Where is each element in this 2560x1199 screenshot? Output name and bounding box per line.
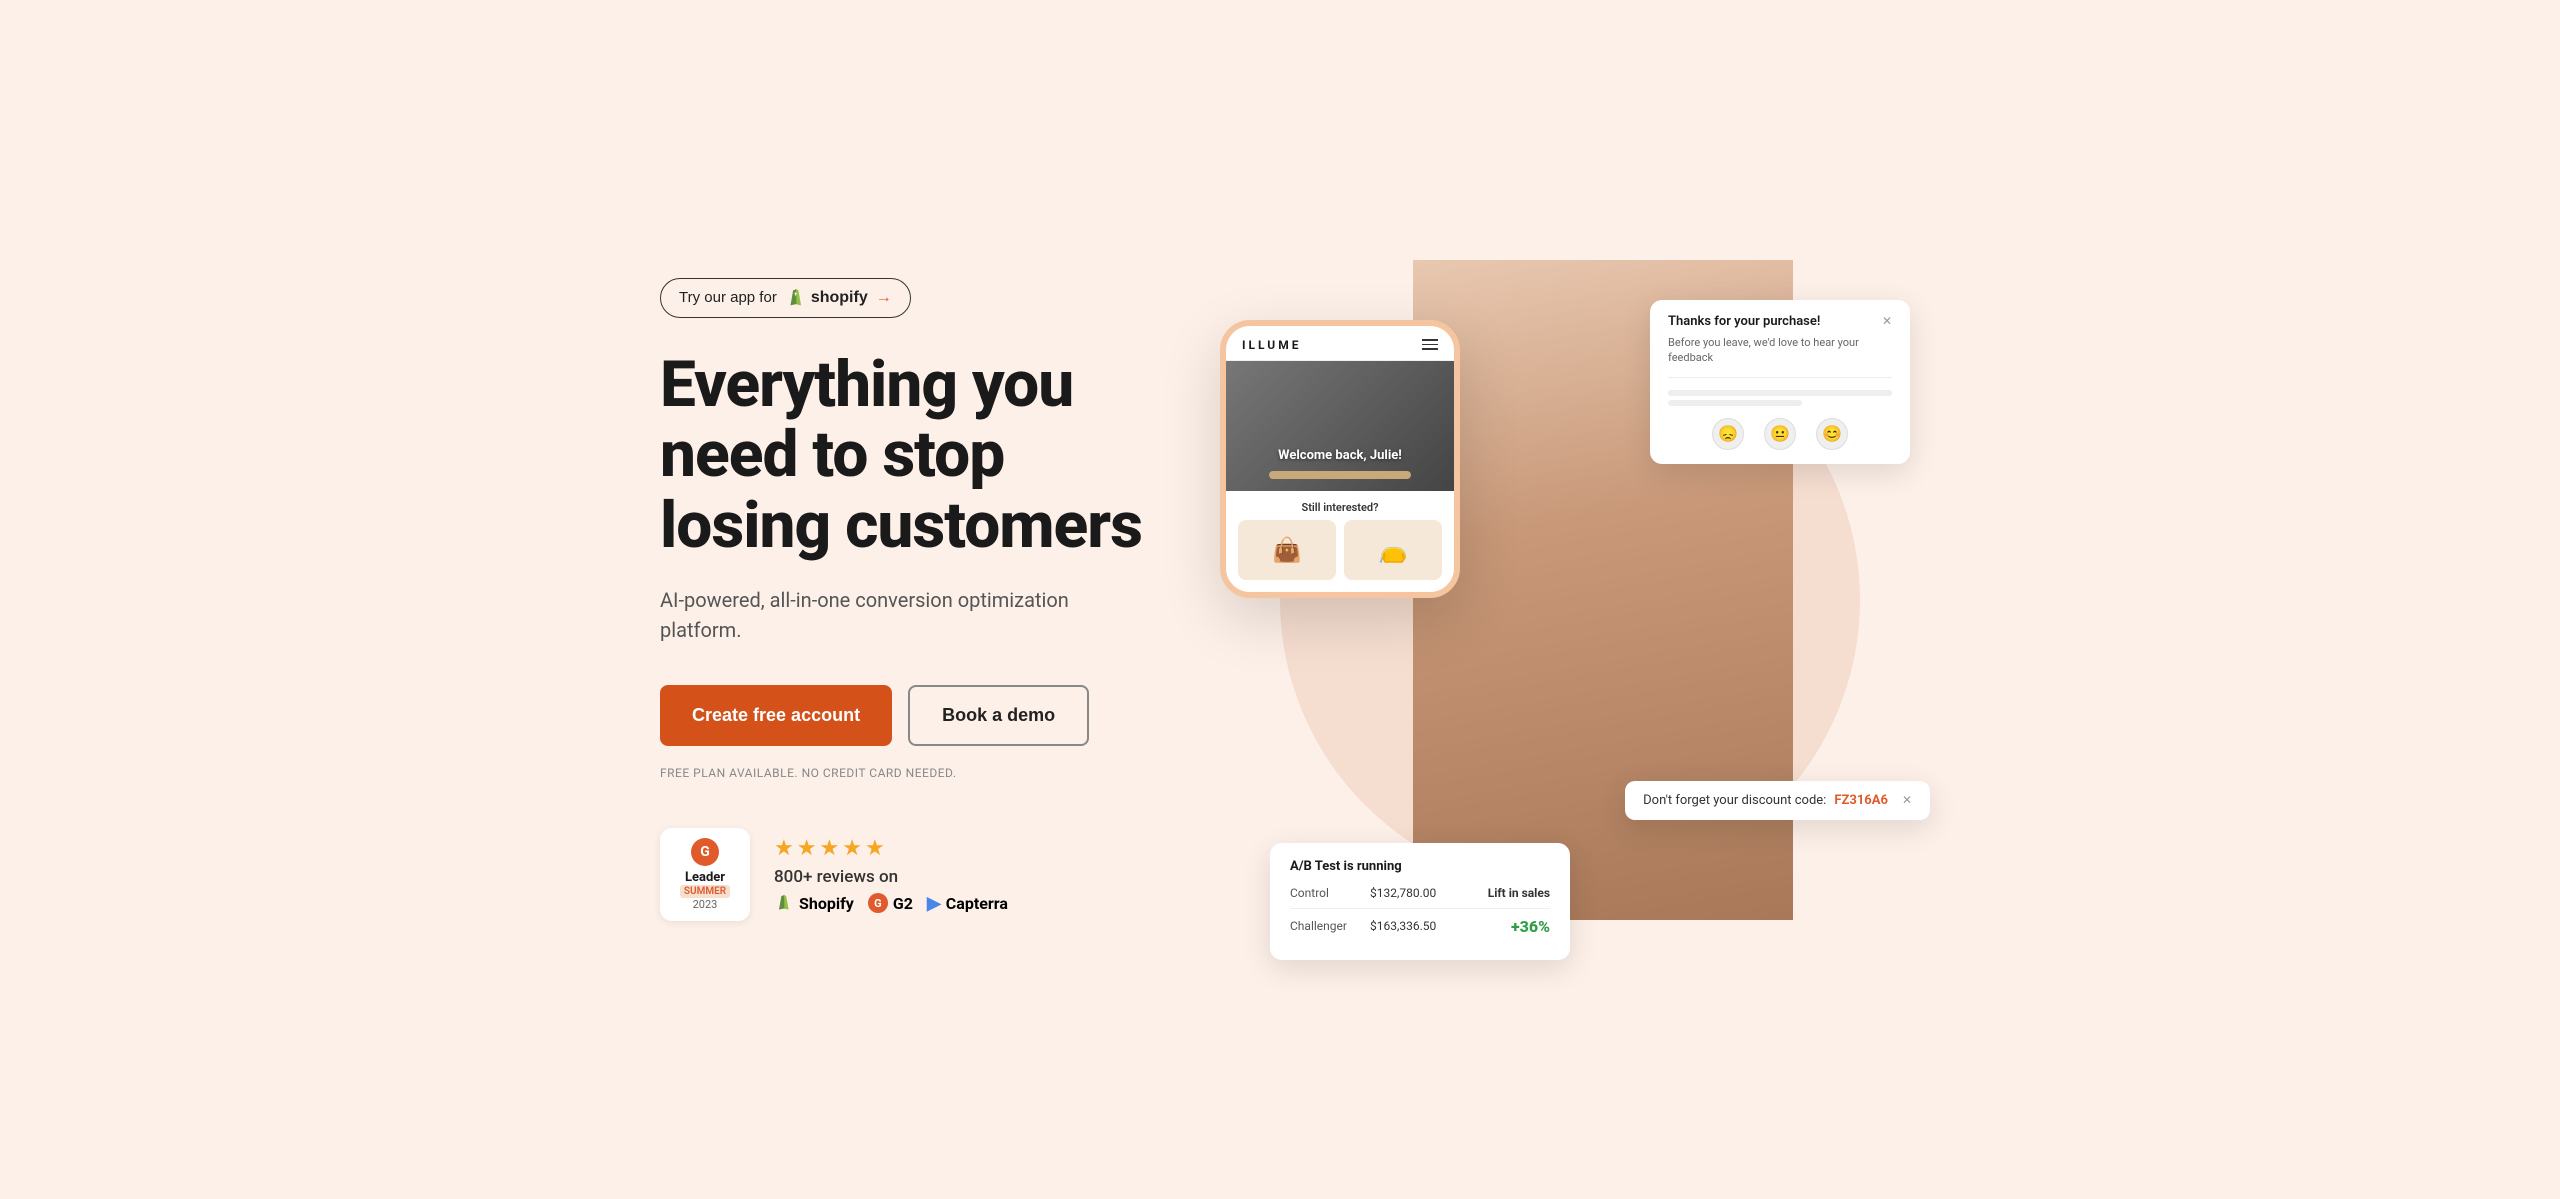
control-value: $132,780.00 xyxy=(1370,886,1488,900)
phone-welcome-overlay: Welcome back, Julie! xyxy=(1226,436,1454,491)
discount-card: Don't forget your discount code: FZ316A6… xyxy=(1625,781,1930,820)
hero-buttons: Create free account Book a demo xyxy=(660,685,1180,746)
capterra-label: Capterra xyxy=(946,894,1008,913)
feedback-line-1 xyxy=(1668,390,1892,396)
hero-section: Try our app for shopify → Everything you… xyxy=(580,0,1980,1199)
lift-header: Lift in sales xyxy=(1488,886,1550,900)
reviews-block: ★ ★ ★ ★ ★ 800+ reviews on Shopify xyxy=(774,836,1008,914)
star-5: ★ xyxy=(865,836,885,861)
sad-emoji: 😞 xyxy=(1718,424,1738,444)
shopify-platform-label: Shopify xyxy=(799,894,854,913)
g2-platform: G G2 xyxy=(868,893,913,913)
hero-left: Try our app for shopify → Everything you… xyxy=(660,278,1180,921)
feedback-subtitle: Before you leave, we'd love to hear your… xyxy=(1668,335,1892,366)
capterra-icon: ▶ xyxy=(927,893,941,914)
arrow-right-icon: → xyxy=(876,289,892,307)
g2-badge: G Leader SUMMER 2023 xyxy=(660,828,750,921)
shopify-badge-button[interactable]: Try our app for shopify → xyxy=(660,278,911,318)
phone-mockup: ILLUME Welcome back, Julie! Still intere… xyxy=(1220,320,1460,598)
g2-leader-text: Leader xyxy=(685,870,725,885)
hamburger-menu-icon xyxy=(1422,339,1438,350)
phone-product-2: 👝 xyxy=(1344,520,1442,580)
control-label: Control xyxy=(1290,886,1370,900)
abtest-header-row: Control $132,780.00 Lift in sales xyxy=(1290,886,1550,900)
phone-section-title: Still interested? xyxy=(1226,491,1454,520)
emoji-sad-button[interactable]: 😞 xyxy=(1712,418,1744,450)
star-3: ★ xyxy=(819,836,839,861)
shopify-platform: Shopify xyxy=(774,893,854,913)
shopify-platform-icon xyxy=(774,893,794,913)
feedback-close-button[interactable]: ✕ xyxy=(1882,314,1892,328)
feedback-divider xyxy=(1668,377,1892,378)
hero-title: Everything you need to stop losing custo… xyxy=(660,350,1180,561)
star-2: ★ xyxy=(797,836,817,861)
neutral-emoji: 😐 xyxy=(1770,424,1790,444)
challenger-value: $163,336.50 xyxy=(1370,919,1511,933)
phone-welcome-text: Welcome back, Julie! xyxy=(1238,448,1442,463)
phone-brand-text: ILLUME xyxy=(1242,338,1301,352)
g2-year-text: 2023 xyxy=(693,898,718,911)
discount-text: Don't forget your discount code: xyxy=(1643,793,1826,808)
capterra-platform: ▶ Capterra xyxy=(927,893,1008,914)
abtest-card: A/B Test is running Control $132,780.00 … xyxy=(1270,843,1570,960)
abtest-divider xyxy=(1290,908,1550,909)
g2-platform-label: G2 xyxy=(893,894,913,913)
phone-cta-button xyxy=(1269,471,1412,479)
shopify-logo: shopify xyxy=(785,287,868,309)
phone-hero-image: Welcome back, Julie! xyxy=(1226,361,1454,491)
bag-icon-2: 👝 xyxy=(1378,536,1408,564)
star-4: ★ xyxy=(842,836,862,861)
stars-row: ★ ★ ★ ★ ★ xyxy=(774,836,1008,861)
discount-close-button[interactable]: ✕ xyxy=(1902,793,1912,807)
review-platforms: Shopify G G2 ▶ Capterra xyxy=(774,893,1008,914)
discount-code: FZ316A6 xyxy=(1834,793,1888,808)
hero-right: ILLUME Welcome back, Julie! Still intere… xyxy=(1240,260,1900,940)
create-account-button[interactable]: Create free account xyxy=(660,685,892,746)
feedback-title: Thanks for your purchase! xyxy=(1668,314,1820,329)
feedback-line-2 xyxy=(1668,400,1802,406)
phone-products: 👜 👝 xyxy=(1226,520,1454,592)
feedback-card: Thanks for your purchase! ✕ Before you l… xyxy=(1650,300,1910,465)
emoji-row: 😞 😐 😊 xyxy=(1668,418,1892,450)
hamburger-line-2 xyxy=(1422,344,1438,346)
lift-value: +36% xyxy=(1511,917,1550,936)
hero-subtitle: AI-powered, all-in-one conversion optimi… xyxy=(660,585,1080,645)
hamburger-line-1 xyxy=(1422,339,1438,341)
feedback-content-lines xyxy=(1668,390,1892,406)
shopify-icon xyxy=(785,287,807,309)
bag-icon-1: 👜 xyxy=(1272,536,1302,564)
feedback-card-header: Thanks for your purchase! ✕ xyxy=(1668,314,1892,329)
hamburger-line-3 xyxy=(1422,348,1438,350)
star-1: ★ xyxy=(774,836,794,861)
g2-platform-icon: G xyxy=(868,893,888,913)
g2-icon: G xyxy=(691,838,719,866)
phone-product-1: 👜 xyxy=(1238,520,1336,580)
challenger-label: Challenger xyxy=(1290,919,1370,933)
book-demo-button[interactable]: Book a demo xyxy=(908,685,1089,746)
shopify-badge-label: Try our app for xyxy=(679,289,777,306)
social-proof: G Leader SUMMER 2023 ★ ★ ★ ★ ★ 800+ revi… xyxy=(660,828,1180,921)
phone-header: ILLUME xyxy=(1226,326,1454,361)
reviews-count: 800+ reviews on xyxy=(774,867,1008,887)
emoji-neutral-button[interactable]: 😐 xyxy=(1764,418,1796,450)
free-plan-text: FREE PLAN AVAILABLE. NO CREDIT CARD NEED… xyxy=(660,766,1180,780)
shopify-text: shopify xyxy=(811,289,868,307)
g2-season-text: SUMMER xyxy=(680,885,730,898)
abtest-challenger-row: Challenger $163,336.50 +36% xyxy=(1290,917,1550,936)
emoji-happy-button[interactable]: 😊 xyxy=(1816,418,1848,450)
happy-emoji: 😊 xyxy=(1822,424,1842,444)
abtest-title: A/B Test is running xyxy=(1290,859,1550,874)
